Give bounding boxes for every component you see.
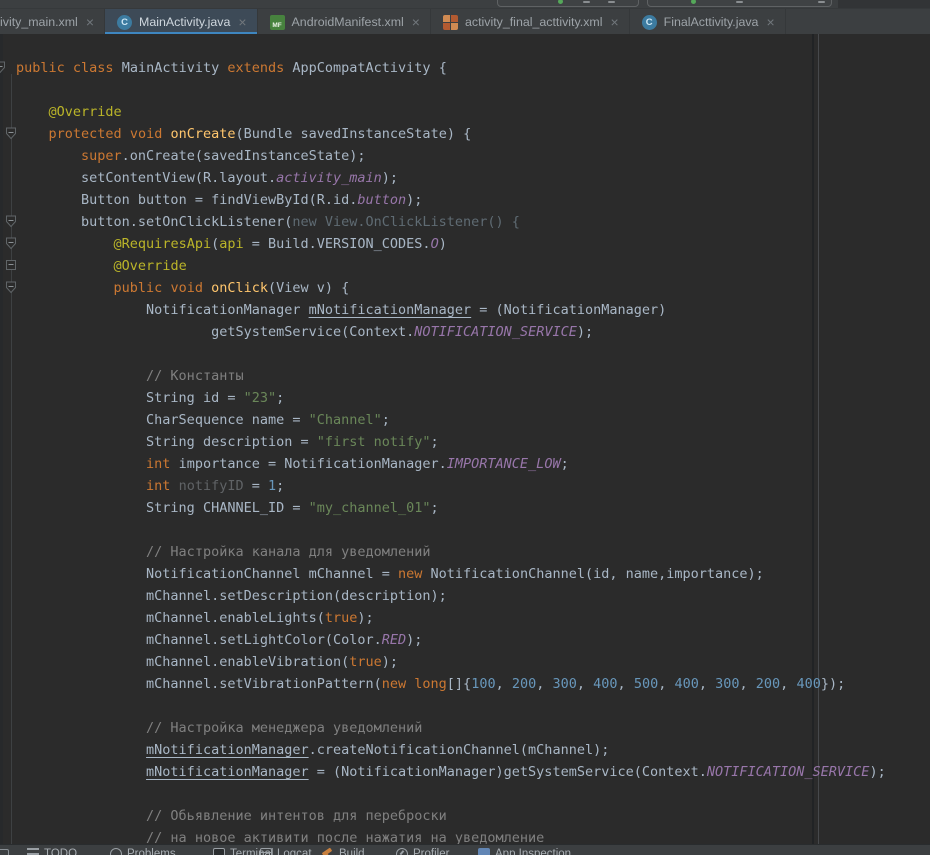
statusbar-item-label: Profiler bbox=[413, 848, 449, 855]
tab-ivity-main-xml[interactable]: ivity_main.xml × bbox=[0, 9, 105, 34]
code-line: button.setOnClickListener(new View.OnCli… bbox=[16, 211, 886, 233]
code-line bbox=[16, 79, 886, 101]
code-line: public void onClick(View v) { bbox=[16, 277, 886, 299]
fold-square-icon[interactable] bbox=[5, 259, 17, 272]
code-line: NotificationChannel mChannel = new Notif… bbox=[16, 563, 886, 585]
code-line: @Override bbox=[16, 255, 886, 277]
tab-label: FinalActtivity.java bbox=[664, 15, 759, 29]
fold-region-line bbox=[11, 74, 12, 847]
code-line bbox=[16, 343, 886, 365]
widget-mark bbox=[608, 1, 615, 3]
tab-activity-final-acttivity-xml[interactable]: activity_final_acttivity.xml × bbox=[431, 9, 630, 34]
inspection-icon bbox=[478, 848, 490, 855]
code-line: mNotificationManager = (NotificationMana… bbox=[16, 761, 886, 783]
code-line: getSystemService(Context.NOTIFICATION_SE… bbox=[16, 321, 886, 343]
tab-label: AndroidManifest.xml bbox=[292, 15, 404, 29]
tab-label: activity_final_acttivity.xml bbox=[465, 15, 602, 29]
editor-tab-bar: ivity_main.xml × C MainActivity.java × MF Andr… bbox=[0, 8, 930, 34]
statusbar-item-app-inspection[interactable]: App Inspection bbox=[478, 848, 571, 855]
code-line: mChannel.enableLights(true); bbox=[16, 607, 886, 629]
run-config-widget-1[interactable] bbox=[497, 0, 639, 7]
statusbar-item-label: Problems bbox=[127, 848, 176, 855]
widget-mark bbox=[818, 1, 825, 3]
tab-label: MainActivity.java bbox=[139, 15, 230, 29]
code-line: String id = "23"; bbox=[16, 387, 886, 409]
code-line: public class MainActivity extends AppCom… bbox=[16, 57, 886, 79]
fold-chevron-icon[interactable] bbox=[0, 61, 6, 74]
tab-mainactivity-java[interactable]: C MainActivity.java × bbox=[105, 9, 258, 34]
fold-chevron-icon[interactable] bbox=[5, 281, 17, 294]
code-line: NotificationManager mNotificationManager… bbox=[16, 299, 886, 321]
statusbar-item-todo[interactable]: TODO bbox=[27, 848, 77, 855]
build-icon bbox=[322, 848, 334, 855]
tool-window-icon[interactable] bbox=[0, 849, 9, 855]
code-line: // Обьявление интентов для переброски bbox=[16, 805, 886, 827]
todo-icon bbox=[27, 848, 39, 855]
code-line: String CHANNEL_ID = "my_channel_01"; bbox=[16, 497, 886, 519]
class-file-icon: C bbox=[642, 15, 657, 30]
widget-mark bbox=[736, 1, 743, 3]
profiler-icon bbox=[396, 848, 408, 855]
code-line: setContentView(R.layout.activity_main); bbox=[16, 167, 886, 189]
statusbar-item-label: TODO bbox=[44, 848, 77, 855]
layout-file-icon bbox=[443, 15, 458, 30]
statusbar-item-label: Logcat bbox=[277, 848, 312, 855]
status-bar: TODOProblemsTerminalLogcatBuildProfilerA… bbox=[0, 844, 930, 855]
ide-window: ivity_main.xml × C MainActivity.java × MF Andr… bbox=[0, 0, 930, 855]
code-editor[interactable]: public class MainActivity extends AppCom… bbox=[0, 34, 930, 855]
problems-icon bbox=[110, 848, 122, 855]
code-line: @Override bbox=[16, 101, 886, 123]
statusbar-item-problems[interactable]: Problems bbox=[110, 848, 176, 855]
code-line: Button button = findViewById(R.id.button… bbox=[16, 189, 886, 211]
toolbar-strip bbox=[0, 0, 930, 8]
statusbar-item-profiler[interactable]: Profiler bbox=[396, 848, 449, 855]
code-line: mChannel.enableVibration(true); bbox=[16, 651, 886, 673]
run-status-dot bbox=[558, 0, 563, 4]
code-line: int importance = NotificationManager.IMP… bbox=[16, 453, 886, 475]
code-line: CharSequence name = "Channel"; bbox=[16, 409, 886, 431]
tabs-row: ivity_main.xml × C MainActivity.java × MF Andr… bbox=[0, 9, 786, 34]
tab-finalacttivity-java[interactable]: C FinalActtivity.java × bbox=[630, 9, 786, 34]
code-line bbox=[16, 519, 886, 541]
logcat-icon bbox=[260, 848, 272, 855]
code-line bbox=[16, 695, 886, 717]
terminal-icon bbox=[213, 848, 225, 855]
code-line bbox=[16, 783, 886, 805]
code-lines: public class MainActivity extends AppCom… bbox=[16, 57, 886, 849]
close-icon[interactable]: × bbox=[610, 15, 618, 29]
manifest-file-icon: MF bbox=[270, 15, 285, 30]
toolbar-right-block bbox=[838, 0, 930, 8]
code-line: // Настройка менеджера уведомлений bbox=[16, 717, 886, 739]
code-line: String description = "first notify"; bbox=[16, 431, 886, 453]
statusbar-item-logcat[interactable]: Logcat bbox=[260, 848, 312, 855]
run-config-widget-2[interactable] bbox=[647, 0, 832, 7]
close-icon[interactable]: × bbox=[412, 15, 420, 29]
code-line: @RequiresApi(api = Build.VERSION_CODES.O… bbox=[16, 233, 886, 255]
code-line: super.onCreate(savedInstanceState); bbox=[16, 145, 886, 167]
code-line: protected void onCreate(Bundle savedInst… bbox=[16, 123, 886, 145]
code-line: // Настройка канала для уведомлений bbox=[16, 541, 886, 563]
tab-androidmanifest-xml[interactable]: MF AndroidManifest.xml × bbox=[258, 9, 431, 34]
fold-chevron-icon[interactable] bbox=[5, 127, 17, 140]
run-status-dot bbox=[691, 0, 696, 4]
editor-left-edge bbox=[0, 34, 3, 855]
fold-chevron-icon[interactable] bbox=[5, 237, 17, 250]
statusbar-item-build[interactable]: Build bbox=[322, 848, 365, 855]
code-line: mNotificationManager.createNotificationC… bbox=[16, 739, 886, 761]
code-line: mChannel.setVibrationPattern(new long[]{… bbox=[16, 673, 886, 695]
close-icon[interactable]: × bbox=[86, 15, 94, 29]
code-line: mChannel.setLightColor(Color.RED); bbox=[16, 629, 886, 651]
code-line: // Константы bbox=[16, 365, 886, 387]
fold-chevron-icon[interactable] bbox=[5, 215, 17, 228]
class-file-icon: C bbox=[117, 15, 132, 30]
code-line: mChannel.setDescription(description); bbox=[16, 585, 886, 607]
statusbar-item-label: Build bbox=[339, 848, 365, 855]
widget-mark bbox=[583, 1, 590, 3]
close-icon[interactable]: × bbox=[766, 15, 774, 29]
tab-label: ivity_main.xml bbox=[0, 15, 78, 29]
statusbar-item-label: App Inspection bbox=[495, 848, 571, 855]
code-line: int notifyID = 1; bbox=[16, 475, 886, 497]
close-icon[interactable]: × bbox=[238, 15, 246, 29]
